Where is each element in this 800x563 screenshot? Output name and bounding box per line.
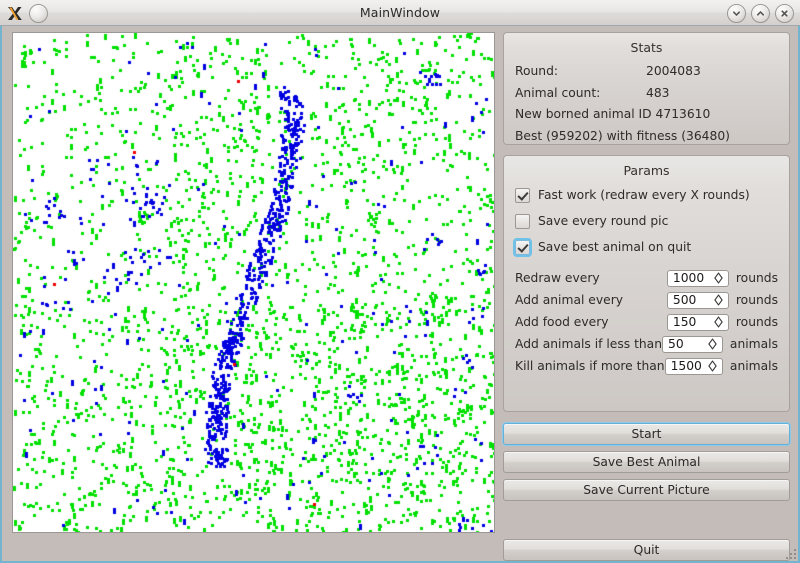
checkbox-save-best-animal-on-quit-box[interactable] [513,237,532,257]
quit-button[interactable]: Quit [503,539,790,561]
params-body: Fast work (redraw every X rounds) Save e… [504,180,789,386]
checkbox-fast-work[interactable]: Fast work (redraw every X rounds) [515,184,778,206]
window-left-edge [0,26,2,563]
spin-row-add-animal-every: Add animal every 500 rounds [515,289,778,311]
spin-row-kill-animals-if-more-than: Kill animals if more than 1500 animals [515,355,778,377]
spin-add-animals-if-less-than[interactable]: 50 [662,335,723,353]
x-app-icon [6,5,23,22]
params-groupbox: Params Fast work (redraw every X rounds)… [503,155,790,412]
simulation-canvas[interactable] [13,33,494,532]
checkbox-save-every-round-pic-label: Save every round pic [538,214,669,228]
spin-add-animal-every-label: Add animal every [515,293,624,307]
start-button-label: Start [631,427,662,441]
title-bar-right-controls [727,0,794,26]
save-best-animal-button[interactable]: Save Best Animal [503,451,790,473]
spin-kill-animals-if-more-than-unit: animals [729,359,778,373]
params-title: Params [623,163,670,178]
stats-body: Round: 2004083 Animal count: 483 New bor… [504,57,789,156]
spin-kill-animals-if-more-than[interactable]: 1500 [664,357,723,375]
spin-add-animals-if-less-than-value: 50 [668,336,684,351]
spin-add-animal-every-unit: rounds [735,293,778,307]
right-panel: Stats Round: 2004083 Animal count: 483 N… [503,32,790,561]
close-button[interactable] [775,3,794,23]
stats-best-fitness: Best (959202) with fitness (36480) [515,128,730,143]
title-bar: MainWindow [0,0,800,26]
spin-kill-animals-if-more-than-label: Kill animals if more than [515,359,665,373]
window-title: MainWindow [359,5,441,20]
spin-redraw-every-arrows-icon[interactable] [714,272,723,284]
spin-row-add-animals-if-less-than: Add animals if less than 50 animals [515,333,778,355]
minimize-button[interactable] [727,3,746,23]
stats-new-born-animal-id: New borned animal ID 4713610 [515,107,711,121]
stats-row-round: Round: 2004083 [515,61,778,83]
checkbox-fast-work-box[interactable] [515,187,530,203]
spin-kill-animals-if-more-than-value: 1500 [670,358,702,373]
stats-row-animal-count: Animal count: 483 [515,83,778,105]
start-button[interactable]: Start [503,423,790,445]
spin-add-animal-every-arrows-icon[interactable] [714,294,723,306]
maximize-button[interactable] [751,3,770,23]
save-best-animal-button-label: Save Best Animal [592,455,701,469]
spin-add-food-every-unit: rounds [735,315,778,329]
spin-kill-animals-if-more-than-arrows-icon[interactable] [708,360,717,372]
save-current-picture-button-label: Save Current Picture [583,483,710,497]
spin-add-animals-if-less-than-unit: animals [729,337,778,351]
spin-add-animal-every[interactable]: 500 [666,291,729,309]
spin-row-redraw-every: Redraw every 1000 rounds [515,267,778,289]
stats-value-animal-count: 483 [646,85,670,100]
checkbox-fast-work-label: Fast work (redraw every X rounds) [538,188,750,202]
resize-grip[interactable] [786,549,797,560]
stats-label-round: Round: [515,64,559,78]
spin-add-animal-every-value: 500 [672,292,697,307]
spin-redraw-every-label: Redraw every [515,271,600,285]
spin-redraw-every-unit: rounds [735,271,778,285]
quit-button-label: Quit [633,543,660,557]
spin-add-food-every[interactable]: 150 [666,313,729,331]
spin-redraw-every[interactable]: 1000 [666,269,729,287]
spin-add-animals-if-less-than-arrows-icon[interactable] [708,338,717,350]
checkbox-save-best-animal-on-quit[interactable]: Save best animal on quit [513,236,778,258]
simulation-canvas-frame[interactable] [12,32,495,533]
stats-value-round: 2004083 [646,64,701,78]
main-window: MainWindow Stats Round: 2004083 Animal c… [0,0,800,563]
spin-add-food-every-label: Add food every [515,315,609,329]
checkbox-save-every-round-pic[interactable]: Save every round pic [515,210,778,232]
spin-redraw-every-value: 1000 [672,270,705,285]
checkbox-save-best-animal-on-quit-label: Save best animal on quit [538,240,692,254]
stats-title: Stats [630,40,663,55]
spin-add-food-every-arrows-icon[interactable] [714,316,723,328]
stats-groupbox: Stats Round: 2004083 Animal count: 483 N… [503,32,790,145]
spin-add-food-every-value: 150 [672,314,697,329]
stats-label-animal-count: Animal count: [515,85,601,100]
save-current-picture-button[interactable]: Save Current Picture [503,479,790,501]
spin-add-animals-if-less-than-label: Add animals if less than [515,337,663,351]
spin-row-add-food-every: Add food every 150 rounds [515,311,778,333]
title-bar-left-controls [6,0,48,26]
checkbox-save-every-round-pic-box[interactable] [515,213,530,229]
menu-button[interactable] [29,3,48,23]
